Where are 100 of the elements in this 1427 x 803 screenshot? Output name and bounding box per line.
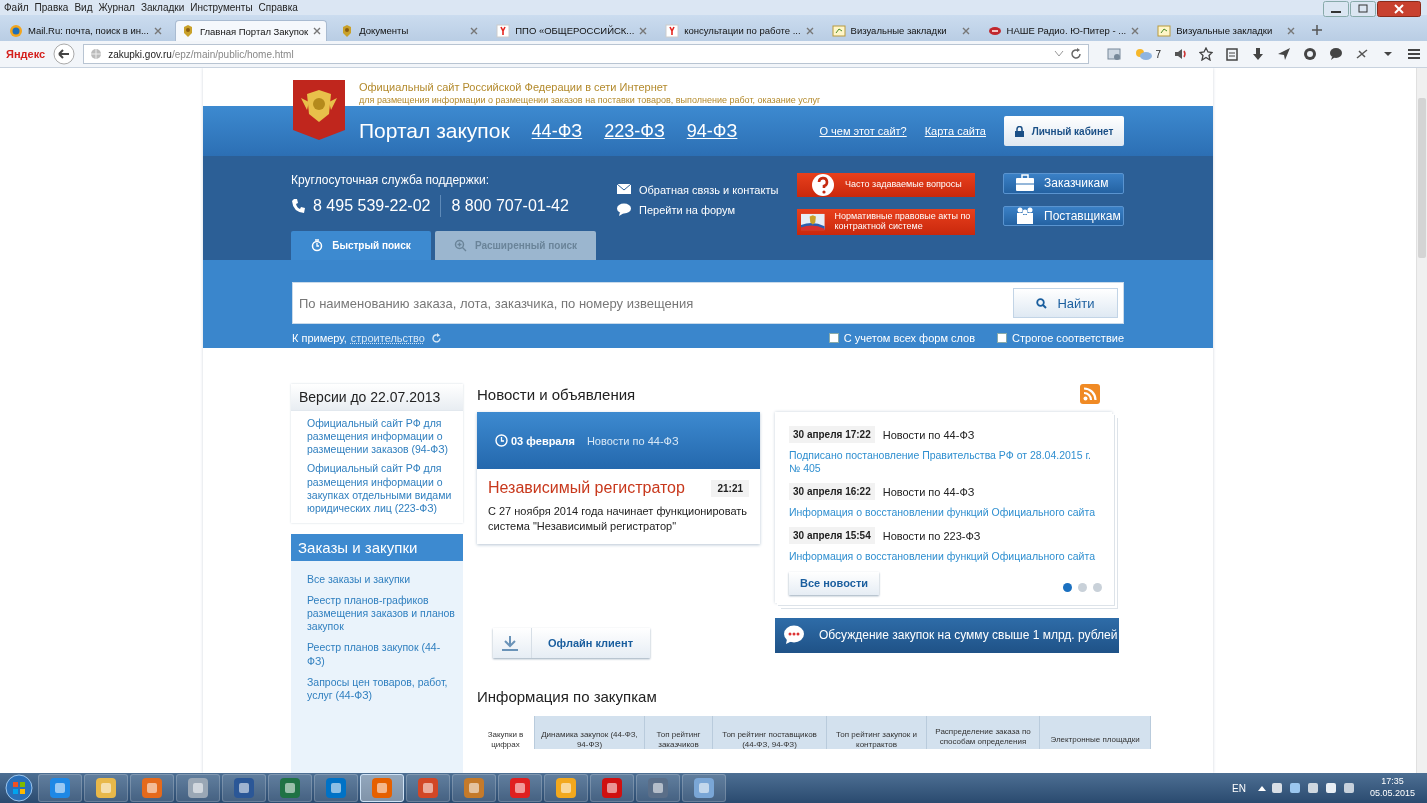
menu-item[interactable]: Справка	[258, 2, 298, 13]
info-tab[interactable]: Закупки в цифрах	[477, 715, 535, 749]
app-icon[interactable]	[233, 777, 255, 799]
address-field[interactable]: zakupki.gov.ru/epz/main/public/home.html	[83, 44, 1090, 64]
app-icon[interactable]	[509, 777, 531, 799]
pager-dot[interactable]	[1063, 582, 1072, 592]
contact-link[interactable]: Обратная связь и контакты	[617, 183, 797, 196]
news-link[interactable]: Информация о восстановлении функций Официального сайта	[789, 550, 1102, 564]
app-icon[interactable]	[555, 777, 577, 799]
download-icon[interactable]	[1251, 47, 1265, 61]
search-bar[interactable]: По наименованию заказа, лота, заказчика, по номеру извещения Найти	[292, 282, 1124, 324]
find-button[interactable]: Найти	[1013, 288, 1118, 318]
close-icon[interactable]	[1377, 1, 1421, 17]
star-icon[interactable]	[1199, 47, 1213, 61]
news-link[interactable]: Информация о восстановлении функций Официального сайта	[789, 506, 1102, 520]
weather-icon[interactable]	[1133, 47, 1154, 61]
minimize-icon[interactable]	[1323, 1, 1349, 17]
menu-item[interactable]: Вид	[74, 2, 93, 13]
sidebar-link[interactable]: Запросы цен товаров, работ, услуг (44-ФЗ)	[291, 667, 463, 702]
language-indicator[interactable]: EN	[1232, 782, 1246, 794]
news-category[interactable]: Новости по 223-ФЗ	[882, 529, 981, 542]
caret-icon[interactable]	[1257, 785, 1266, 791]
news-category[interactable]: Новости по 44-ФЗ	[882, 428, 975, 441]
sidebar-link[interactable]: Официальный сайт РФ для размещения информации о размещении заказов (94-ФЗ)	[291, 411, 463, 457]
app-icon[interactable]	[49, 777, 71, 799]
browser-tab[interactable]: Главная Портал Закупок	[174, 20, 328, 41]
role-button[interactable]: Поставщикам	[1003, 205, 1124, 226]
app-icon[interactable]	[141, 777, 163, 799]
checkbox-label[interactable]: Строгое соответствие	[1012, 332, 1124, 344]
menu-item[interactable]: Закладки	[140, 2, 185, 13]
menu-item[interactable]: Файл	[4, 2, 29, 13]
discussion-button[interactable]: Обсуждение закупок на сумму свыше 1 млрд. рублей	[775, 617, 1119, 653]
header-link[interactable]: О чем этот сайт?	[819, 125, 907, 137]
close-icon[interactable]	[313, 27, 322, 35]
yandex-logo[interactable]: Яндекс	[6, 48, 46, 60]
offline-client-button[interactable]: Офлайн клиент	[493, 627, 650, 658]
circle-icon[interactable]	[1303, 47, 1317, 61]
law-link[interactable]: 94-ФЗ	[686, 120, 738, 142]
app-icon[interactable]	[647, 777, 669, 799]
menu-item[interactable]: Правка	[34, 2, 69, 13]
app-icon[interactable]	[601, 777, 623, 799]
new-tab-icon[interactable]	[1312, 25, 1323, 35]
header-link[interactable]: Карта сайта	[924, 125, 986, 137]
law-link[interactable]: 44-ФЗ	[531, 120, 583, 142]
back-icon[interactable]	[53, 43, 76, 65]
app-icon[interactable]	[417, 777, 439, 799]
contact-link[interactable]: Перейти на форум	[617, 203, 797, 216]
browser-tab[interactable]: НАШЕ Радио. Ю-Питер - ...	[982, 20, 1145, 41]
scroll-thumb[interactable]	[1418, 98, 1426, 258]
browser-tab[interactable]: Документы	[335, 20, 484, 41]
role-button[interactable]: Заказчикам	[1003, 173, 1124, 194]
checkbox-label[interactable]: С учетом всех форм слов	[843, 332, 976, 344]
send-icon[interactable]	[1277, 47, 1291, 61]
menu-item[interactable]: Инструменты	[190, 2, 253, 13]
emblem-logo[interactable]	[293, 80, 345, 140]
news-category[interactable]: Новости по 44-ФЗ	[882, 485, 975, 498]
menu-icon[interactable]	[1407, 47, 1421, 61]
screenshot-icon[interactable]	[1107, 47, 1122, 61]
rss-icon[interactable]	[1080, 384, 1100, 404]
portal-title[interactable]: Портал закупок	[359, 119, 510, 143]
app-icon[interactable]	[95, 777, 117, 799]
refresh-icon[interactable]	[430, 332, 442, 344]
sidebar-link[interactable]: Официальный сайт РФ для размещения информации о закупках отдельными видами юридических лиц (223-ФЗ)	[291, 456, 463, 515]
start-button[interactable]	[2, 773, 36, 803]
cabinet-button[interactable]: Личный кабинет	[1004, 116, 1124, 146]
law-link[interactable]: 223-ФЗ	[604, 120, 665, 142]
menu-item[interactable]: Журнал	[98, 2, 135, 13]
chat-icon[interactable]	[1329, 47, 1343, 61]
dropdown-icon[interactable]	[1054, 50, 1065, 58]
browser-tab[interactable]: Визуальные закладки	[826, 20, 975, 41]
faq-button[interactable]: Часто задаваемые вопросы	[797, 173, 975, 197]
browser-tab[interactable]: Визуальные закладки	[1152, 20, 1301, 41]
scrollbar[interactable]	[1416, 68, 1427, 773]
app-icon[interactable]	[693, 777, 715, 799]
app-icon[interactable]	[187, 777, 209, 799]
sidebar-link[interactable]: Реестр планов закупок (44-ФЗ)	[291, 633, 463, 668]
news-headline[interactable]: Независимый регистратор	[488, 479, 685, 497]
pager-dot[interactable]	[1093, 582, 1102, 592]
news-link[interactable]: Подписано постановление Правительства РФ от 28.04.2015 г. № 405	[789, 449, 1102, 476]
checkbox[interactable]	[997, 333, 1008, 343]
clipboard-icon[interactable]	[1225, 47, 1239, 61]
all-news-button[interactable]: Все новости	[789, 571, 879, 595]
app-icon[interactable]	[279, 777, 301, 799]
checkbox[interactable]	[828, 333, 839, 343]
search-icon	[1036, 297, 1048, 309]
app-icon[interactable]	[325, 777, 347, 799]
clock-time[interactable]: 17:35	[1381, 776, 1404, 788]
legal-acts-button[interactable]: Нормативные правовые акты по контрактной системе	[797, 209, 975, 235]
browser-tab[interactable]: ППО «ОБЩЕРОССИЙСК...	[491, 20, 653, 41]
app-icon[interactable]	[463, 777, 485, 799]
clock-date[interactable]: 05.05.2015	[1369, 788, 1415, 800]
sidebar-link[interactable]: Реестр планов-графиков размещения заказов и планов закупок	[291, 586, 463, 634]
browser-tab[interactable]: Mail.Ru: почта, поиск в ин...	[4, 20, 167, 41]
search-tab[interactable]: Быстрый поиск	[291, 231, 431, 260]
reload-icon[interactable]	[1070, 48, 1083, 60]
sidebar-link[interactable]: Все заказы и закупки	[291, 564, 463, 586]
app-icon[interactable]	[371, 777, 393, 799]
browser-tab[interactable]: консультации по работе ...	[660, 20, 819, 41]
news-category[interactable]: Новости по 44-ФЗ	[586, 434, 679, 447]
pager-dot[interactable]	[1078, 582, 1087, 592]
